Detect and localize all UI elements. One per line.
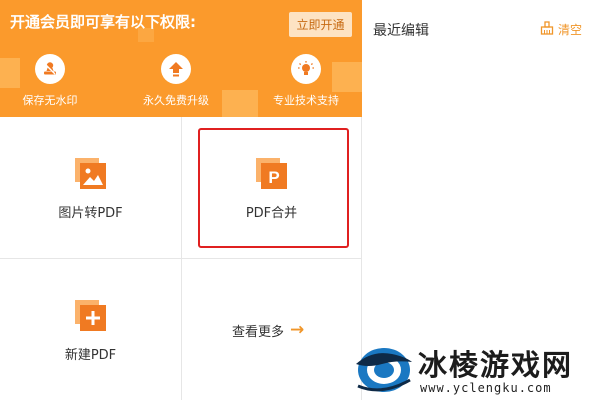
svg-text:P: P	[268, 168, 279, 187]
upgrade-arrow-icon	[161, 54, 191, 84]
tool-label: 新建PDF	[64, 348, 117, 363]
watermark-logo	[352, 340, 414, 402]
benefit-free-upgrade: 永久免费升级	[126, 54, 226, 108]
tool-new-pdf[interactable]: 新建PDF	[0, 259, 181, 400]
benefit-label: 专业技术支持	[273, 94, 339, 107]
stamp-icon	[35, 54, 65, 84]
clear-label: 清空	[558, 22, 583, 37]
vip-tools-panel: 开通会员即可享有以下权限: 立即开通 保存无水印 永久免费升级 专业技术支持 图…	[0, 0, 362, 400]
arrow-right-icon: →	[290, 320, 305, 340]
benefit-label: 保存无水印	[22, 94, 78, 107]
benefit-tech-support: 专业技术支持	[256, 54, 356, 108]
banner-title: 开通会员即可享有以下权限:	[10, 13, 196, 31]
vip-banner: 开通会员即可享有以下权限: 立即开通 保存无水印 永久免费升级 专业技术支持	[0, 0, 362, 117]
broom-icon	[540, 20, 554, 39]
clear-button[interactable]: 清空	[540, 20, 582, 38]
add-document-icon	[74, 300, 107, 336]
benefit-no-watermark: 保存无水印	[0, 54, 100, 108]
tool-image-to-pdf[interactable]: 图片转PDF	[0, 117, 181, 258]
tool-label: PDF合并	[245, 206, 298, 221]
banner-decor-cube	[222, 90, 258, 117]
pdf-merge-icon: P	[255, 158, 288, 194]
tool-label: 图片转PDF	[58, 206, 123, 221]
see-more-row: 查看更多 →	[232, 320, 304, 340]
see-more-label: 查看更多	[232, 324, 285, 340]
watermark-url: www.yclengku.com	[420, 381, 552, 395]
see-more-link[interactable]: 查看更多 →	[182, 259, 361, 400]
lightbulb-icon	[291, 54, 321, 84]
watermark-text: 冰棱游戏网	[418, 348, 574, 382]
tool-pdf-merge[interactable]: P PDF合并	[182, 117, 361, 258]
activate-vip-button[interactable]: 立即开通	[289, 12, 352, 37]
image-icon	[74, 158, 107, 194]
recent-edits-title: 最近编辑	[373, 23, 429, 39]
benefit-label: 永久免费升级	[143, 94, 209, 107]
